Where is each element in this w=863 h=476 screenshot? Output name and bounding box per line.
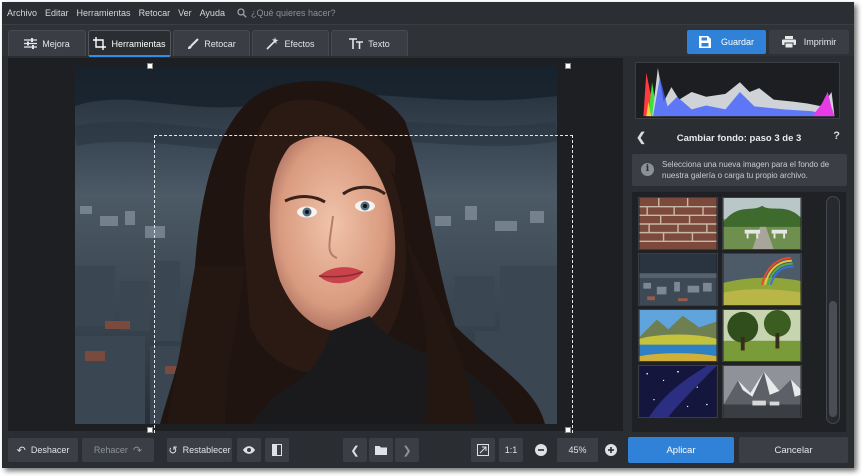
- gallery-thumb-snowy-mountains[interactable]: [722, 365, 802, 418]
- magic-wand-icon: [266, 37, 279, 50]
- info-box: i Selecciona una nueva imagen para el fo…: [632, 154, 847, 186]
- search-placeholder: ¿Qué quieres hacer?: [250, 8, 336, 18]
- info-icon: i: [641, 163, 654, 176]
- gallery-scrollbar[interactable]: [826, 196, 840, 424]
- zoom-in-button[interactable]: [599, 438, 623, 462]
- sliders-icon: [24, 38, 38, 49]
- print-button-label: Imprimir: [803, 37, 837, 47]
- previous-image-button[interactable]: ❮: [343, 438, 367, 462]
- compare-icon: [272, 444, 282, 456]
- tab-herramientas[interactable]: Herramientas: [88, 30, 171, 57]
- step-header: ❮ Cambiar fondo: paso 3 de 3 ?: [632, 127, 846, 149]
- histogram: [635, 62, 840, 119]
- crop-frame[interactable]: [154, 135, 573, 468]
- search-icon: [237, 8, 247, 18]
- reset-label: Restablecer: [182, 445, 231, 455]
- chevron-right-icon: ❯: [402, 444, 412, 457]
- chevron-left-icon: ❮: [350, 444, 360, 457]
- side-panel: ❮ Cambiar fondo: paso 3 de 3 ? i Selecci…: [626, 58, 848, 468]
- compare-button[interactable]: [265, 438, 289, 462]
- zoom-out-icon: [535, 444, 547, 456]
- zoom-in-icon: [605, 444, 617, 456]
- app-window: Archivo Editar Herramientas Retocar Ver …: [2, 2, 854, 468]
- gallery-thumb-rainbow-field[interactable]: [722, 253, 802, 306]
- tab-texto[interactable]: Texto: [331, 30, 408, 56]
- save-button[interactable]: Guardar: [687, 30, 766, 54]
- tab-efectos[interactable]: Efectos: [252, 30, 329, 56]
- info-text: Selecciona una nueva imagen para el fond…: [662, 160, 830, 180]
- redo-label: Rehacer: [93, 445, 128, 455]
- actual-size-label: 1:1: [504, 445, 518, 455]
- crop-handle-top-left[interactable]: [147, 63, 153, 69]
- zoom-out-button[interactable]: [529, 438, 553, 462]
- save-button-label: Guardar: [720, 37, 755, 47]
- tab-efectos-label: Efectos: [284, 38, 315, 49]
- apply-button[interactable]: Aplicar: [628, 437, 734, 463]
- menu-herramientas[interactable]: Herramientas: [77, 8, 131, 18]
- tab-retocar-label: Retocar: [204, 38, 236, 49]
- gallery-thumb-stormy-city[interactable]: [638, 253, 718, 306]
- tab-mejora-label: Mejora: [42, 38, 70, 49]
- cancel-button[interactable]: Cancelar: [739, 437, 848, 463]
- tab-bar: Mejora Herramientas Retocar Efectos Text…: [2, 24, 854, 57]
- open-folder-button[interactable]: [369, 438, 393, 462]
- zoom-level[interactable]: 45%: [557, 438, 598, 462]
- preview-button[interactable]: [237, 438, 261, 462]
- gallery-thumb-park-bench[interactable]: [722, 197, 802, 250]
- step-title: Cambiar fondo: paso 3 de 3: [676, 132, 802, 144]
- menu-bar: Archivo Editar Herramientas Retocar Ver …: [2, 2, 854, 24]
- eye-icon: [243, 446, 255, 454]
- fit-to-screen-button[interactable]: [471, 438, 495, 462]
- menu-ayuda[interactable]: Ayuda: [200, 8, 225, 18]
- undo-icon: ↶: [16, 444, 26, 457]
- menu-retocar[interactable]: Retocar: [139, 8, 171, 18]
- text-icon: [349, 38, 364, 49]
- folder-icon: [375, 446, 387, 455]
- next-image-button[interactable]: ❯: [395, 438, 419, 462]
- tab-herramientas-label: Herramientas: [111, 38, 166, 49]
- command-search[interactable]: ¿Qué quieres hacer?: [237, 8, 336, 18]
- redo-icon: ↷: [132, 444, 143, 457]
- gallery-thumb-starry-night[interactable]: [638, 365, 718, 418]
- gallery-scroll-thumb[interactable]: [829, 301, 837, 417]
- menu-ver[interactable]: Ver: [178, 8, 192, 18]
- image-canvas[interactable]: [8, 58, 623, 468]
- fit-screen-icon: [477, 444, 489, 456]
- menu-editar[interactable]: Editar: [45, 8, 69, 18]
- floppy-disk-icon: [698, 36, 711, 48]
- redo-button[interactable]: Rehacer ↷: [82, 438, 154, 462]
- brush-icon: [188, 37, 199, 49]
- reset-button[interactable]: ↺ Restablecer: [167, 438, 232, 462]
- background-gallery: [632, 192, 846, 432]
- tab-texto-label: Texto: [368, 38, 390, 49]
- tab-mejora[interactable]: Mejora: [8, 30, 86, 56]
- bottom-bar: ↶ Deshacer Rehacer ↷ ↺ Restablecer ❮ ❯ 1…: [2, 433, 854, 468]
- reset-icon: ↺: [168, 444, 178, 457]
- chevron-left-icon[interactable]: ❮: [636, 130, 646, 144]
- undo-button[interactable]: ↶ Deshacer: [8, 438, 78, 462]
- gallery-thumb-green-trees[interactable]: [722, 309, 802, 362]
- undo-label: Deshacer: [30, 445, 70, 455]
- printer-icon: [781, 36, 796, 48]
- print-button[interactable]: Imprimir: [769, 30, 849, 54]
- crop-handle-top-right[interactable]: [565, 63, 571, 69]
- gallery-thumb-brick-wall[interactable]: [638, 197, 718, 250]
- actual-size-button[interactable]: 1:1: [499, 438, 523, 462]
- tab-retocar[interactable]: Retocar: [173, 30, 250, 56]
- gallery-thumb-mountain-lake[interactable]: [638, 309, 718, 362]
- help-button[interactable]: ?: [833, 130, 840, 142]
- crop-icon: [93, 37, 107, 50]
- menu-archivo[interactable]: Archivo: [7, 8, 37, 18]
